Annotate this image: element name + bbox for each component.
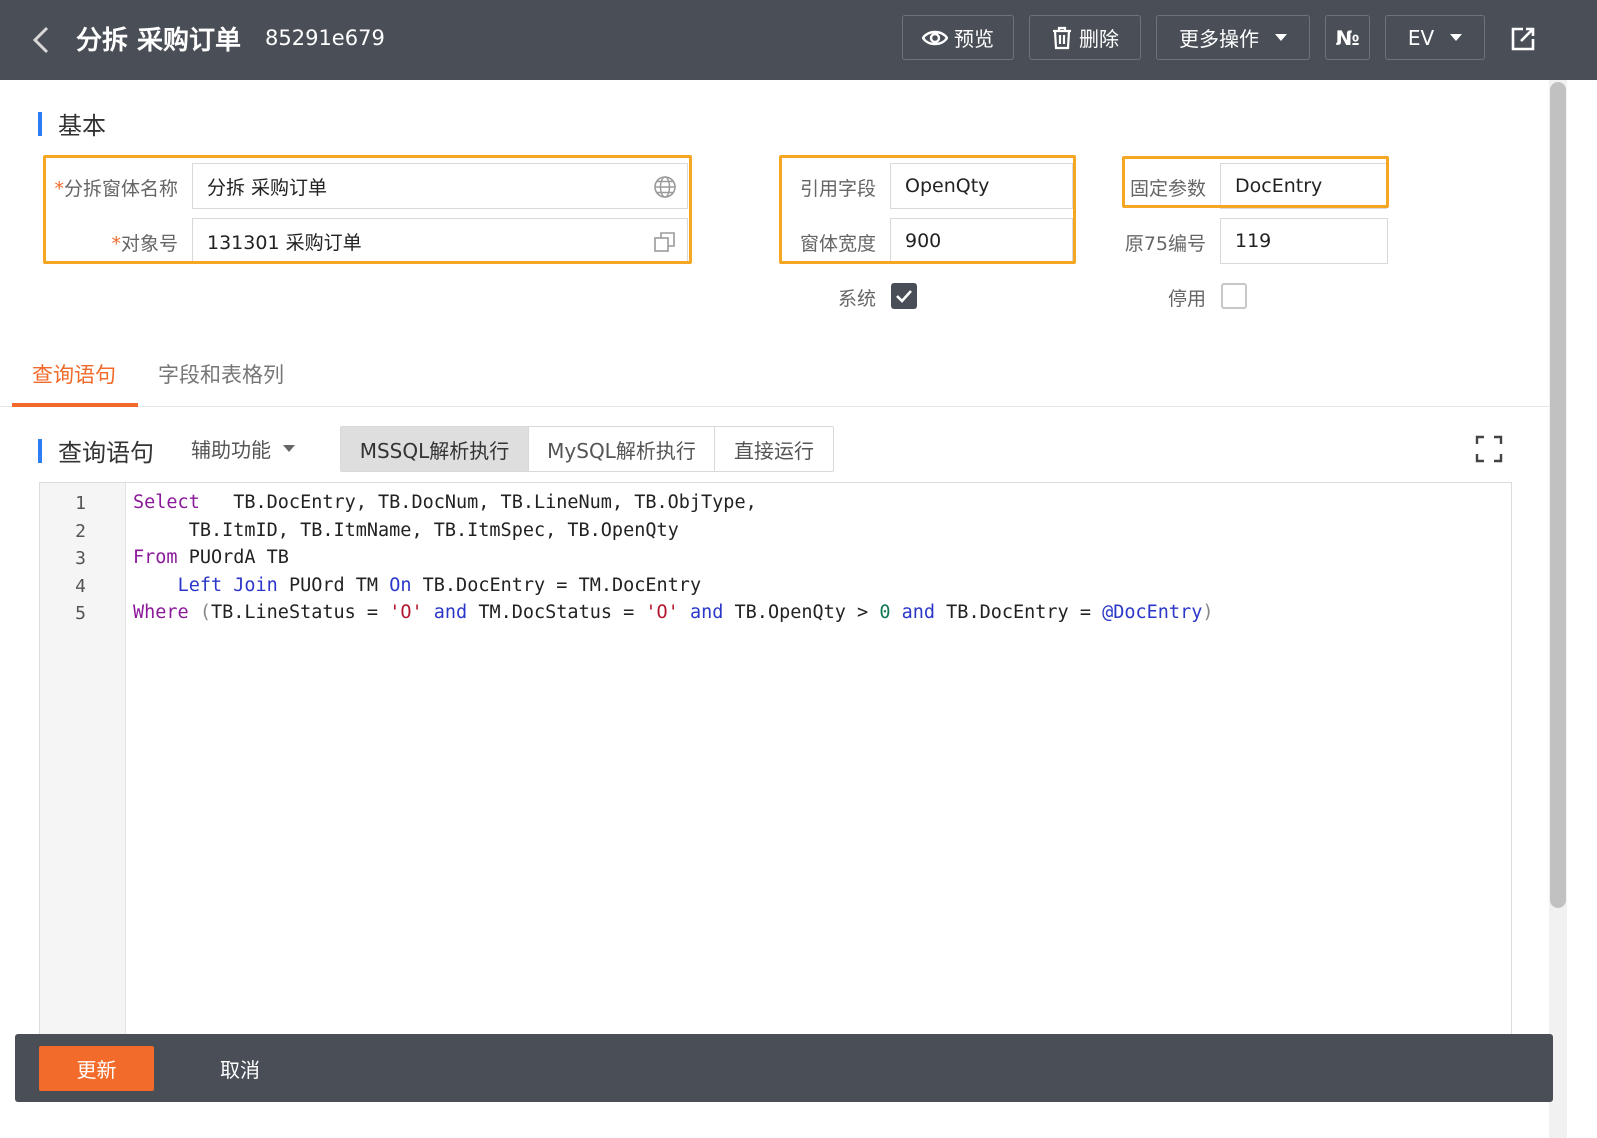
line-number: 4 [75, 576, 86, 597]
chevron-left-icon [32, 26, 49, 54]
object-no-input[interactable]: 131301 采购订单 [192, 218, 688, 264]
fixed-param-value: DocEntry [1235, 175, 1323, 197]
tab-bar: 查询语句 字段和表格列 [0, 345, 1550, 407]
preview-button[interactable]: 预览 [902, 15, 1014, 60]
execution-mode-switch: MSSQL解析执行 MySQL解析执行 直接运行 [340, 426, 834, 472]
code-line: Left Join PUOrd TM On TB.DocEntry = TM.D… [177, 575, 702, 596]
line-number-gutter: 1 2 3 4 5 [40, 483, 126, 1041]
system-checkbox[interactable] [891, 283, 917, 309]
assist-functions-label: 辅助功能 [191, 438, 271, 462]
tab-query[interactable]: 查询语句 [32, 359, 116, 389]
action-footer: 更新 取消 [15, 1034, 1553, 1102]
eye-icon [922, 30, 948, 45]
ref-field-input[interactable]: OpenQty [890, 163, 1073, 209]
line-number: 1 [75, 493, 86, 514]
sql-code-editor[interactable]: 1 2 3 4 5 Select TB.DocEntry, TB.DocNum,… [39, 482, 1512, 1042]
page-title: 分拆 采购订单 [76, 26, 242, 56]
back-button[interactable] [26, 22, 56, 58]
env-label: EV [1407, 25, 1435, 50]
tab-fields-columns[interactable]: 字段和表格列 [158, 359, 284, 389]
query-section-title: 查询语句 [58, 439, 154, 467]
code-line: TB.ItmID, TB.ItmName, TB.ItmSpec, TB.Ope… [133, 520, 679, 541]
delete-label: 删除 [1079, 27, 1119, 51]
basic-section-heading: 基本 [38, 106, 106, 141]
mode-mssql-button[interactable]: MSSQL解析执行 [341, 427, 529, 471]
basic-section-title: 基本 [58, 112, 106, 140]
check-icon [896, 290, 912, 303]
section-accent-bar [38, 438, 42, 463]
caret-down-icon [283, 445, 295, 452]
trash-icon [1053, 26, 1071, 49]
object-no-label: *对象号 [111, 233, 178, 255]
ref-field-label: 引用字段 [799, 178, 876, 200]
code-line: From PUOrdA TB [133, 547, 289, 568]
active-tab-indicator [12, 403, 138, 407]
fixed-param-label: 固定参数 [1129, 178, 1206, 200]
split-form-name-value: 分拆 采购订单 [207, 176, 328, 199]
more-actions-dropdown[interactable]: 更多操作 [1156, 15, 1310, 60]
split-form-name-input[interactable]: 分拆 采购订单 [192, 163, 688, 209]
object-no-value: 131301 采购订单 [207, 231, 362, 254]
form-width-value: 900 [905, 230, 942, 252]
form-width-input[interactable]: 900 [890, 218, 1073, 264]
page-scrollbar-thumb[interactable] [1550, 82, 1566, 908]
section-accent-bar [38, 111, 42, 136]
mode-mysql-button[interactable]: MySQL解析执行 [529, 427, 715, 471]
update-button[interactable]: 更新 [39, 1046, 154, 1091]
orig75-no-input[interactable]: 119 [1220, 218, 1388, 264]
split-form-name-label: *分拆窗体名称 [54, 178, 178, 200]
fixed-param-input[interactable]: DocEntry [1220, 163, 1387, 209]
form-width-label: 窗体宽度 [799, 233, 876, 255]
code-line: Where (TB.LineStatus = 'O' and TM.DocSta… [133, 602, 1214, 623]
orig75-no-value: 119 [1235, 230, 1272, 252]
numbering-label: № [1335, 25, 1360, 50]
more-actions-label: 更多操作 [1179, 27, 1259, 51]
caret-down-icon [1275, 34, 1287, 41]
cancel-button[interactable]: 取消 [205, 1046, 275, 1091]
env-dropdown[interactable]: EV [1385, 15, 1485, 60]
preview-label: 预览 [954, 27, 994, 51]
line-number: 2 [75, 521, 86, 542]
top-header: 分拆 采购订单 85291e679 预览 删除 更多操作 № EV [0, 0, 1597, 80]
disabled-label: 停用 [1167, 288, 1206, 310]
line-number: 5 [75, 603, 86, 624]
delete-button[interactable]: 删除 [1029, 15, 1141, 60]
fullscreen-icon[interactable] [1474, 434, 1504, 464]
disabled-checkbox[interactable] [1221, 283, 1247, 309]
globe-icon[interactable] [653, 175, 677, 199]
line-number: 3 [75, 548, 86, 569]
system-label: 系统 [837, 288, 876, 310]
orig75-no-label: 原75编号 [1124, 233, 1206, 255]
code-line: Select TB.DocEntry, TB.DocNum, TB.LineNu… [133, 492, 757, 513]
query-section-heading: 查询语句 [38, 433, 154, 468]
document-id: 85291e679 [265, 26, 385, 50]
mode-direct-run-button[interactable]: 直接运行 [715, 427, 833, 471]
assist-functions-dropdown[interactable]: 辅助功能 [191, 434, 295, 463]
caret-down-icon [1450, 34, 1463, 41]
numbering-button[interactable]: № [1325, 15, 1370, 60]
open-external-button[interactable] [1506, 22, 1540, 56]
external-link-icon [1511, 27, 1535, 51]
copy-icon[interactable] [653, 230, 677, 254]
ref-field-value: OpenQty [905, 175, 990, 197]
